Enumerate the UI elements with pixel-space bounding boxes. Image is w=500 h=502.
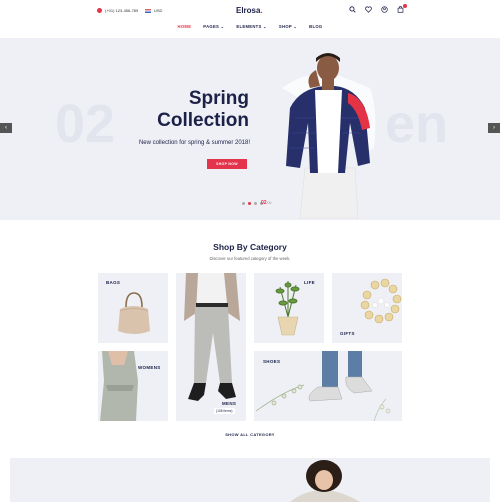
category-tile-life[interactable]: LIFE [254,273,324,343]
promo-model-image [290,460,360,502]
plant-image [275,281,300,336]
chevron-right-icon: › [493,125,495,131]
shop-now-button[interactable]: SHOP NOW [207,159,247,169]
hero-bg-text: en [385,94,449,154]
shoes-image [255,351,391,421]
hero-model-image [282,53,376,219]
slider-page-counter: 02/06 [261,200,271,206]
tile-label-women: WOMENS [138,365,161,370]
phone-icon [97,8,102,13]
brand-dot: . [260,6,263,15]
brand-name: Elrosa [236,6,261,15]
user-icon[interactable] [381,6,388,13]
promo-banner [10,458,490,502]
category-subtitle: Discover our featured category of the we… [209,256,291,261]
category-tile-shoes[interactable]: SHOES [254,351,402,421]
womens-model-image [100,351,138,421]
cart-badge [403,4,407,8]
nav-elements[interactable]: ELEMENTS ⌄ [236,24,266,29]
hero-title: Spring Collection [150,88,249,132]
slider-dots [242,202,263,205]
category-tile-mens[interactable]: MENS (108 items) [176,273,246,421]
heart-icon[interactable] [365,6,372,13]
cart-icon[interactable] [397,4,407,13]
nav-pages[interactable]: PAGES ⌄ [203,24,224,29]
main-nav: HOME PAGES ⌄ ELEMENTS ⌄ SHOP ⌄ BLOG [0,24,500,29]
slider-page-total: /06 [266,201,272,205]
hero-subtitle: New collection for spring & summer 2018! [138,140,250,146]
currency-selector[interactable]: USD [145,8,162,13]
search-icon[interactable] [349,6,356,13]
category-tile-gifts[interactable]: GIFTS [332,273,402,343]
slider-next-button[interactable]: › [488,123,500,133]
bag-image [118,292,150,334]
nav-blog[interactable]: BLOG [309,24,322,29]
nav-home[interactable]: HOME [178,24,192,29]
jewelry-image [360,278,402,324]
slider-dot[interactable] [254,202,257,205]
category-title: Shop By Category [213,242,287,252]
chevron-left-icon: ‹ [5,125,7,131]
hero-slider: 02 en Spring Collection New collection fo… [0,38,500,220]
brand-logo[interactable]: Elrosa. [236,6,263,15]
tile-label-mens: MENS [222,401,237,406]
category-tile-bags[interactable]: BAGS [98,273,168,343]
slider-dot-active[interactable] [248,202,251,205]
flag-icon [145,8,151,13]
hero-bg-number: 02 [55,94,116,154]
hero-title-line2: Collection [157,110,249,131]
phone-number: (+01) 123-456-789 [105,8,139,13]
top-bar: (+01) 123-456-789 USD Elrosa. [0,0,500,22]
tile-label-bags: BAGS [106,280,121,285]
mens-model-image [184,273,240,401]
tile-label-gifts: GIFTS [340,331,355,336]
category-tile-women[interactable]: WOMENS [98,351,168,421]
nav-shop[interactable]: SHOP ⌄ [279,24,297,29]
hero-title-line1: Spring [188,88,249,109]
header-icons [349,4,407,13]
slider-prev-button[interactable]: ‹ [0,123,12,133]
show-all-category-link[interactable]: SHOW ALL CATEGORY [0,432,500,437]
tile-count-mens: (108 items) [214,408,235,414]
currency-label: USD [154,8,163,13]
slider-dot[interactable] [242,202,245,205]
phone-contact[interactable]: (+01) 123-456-789 [97,8,138,13]
